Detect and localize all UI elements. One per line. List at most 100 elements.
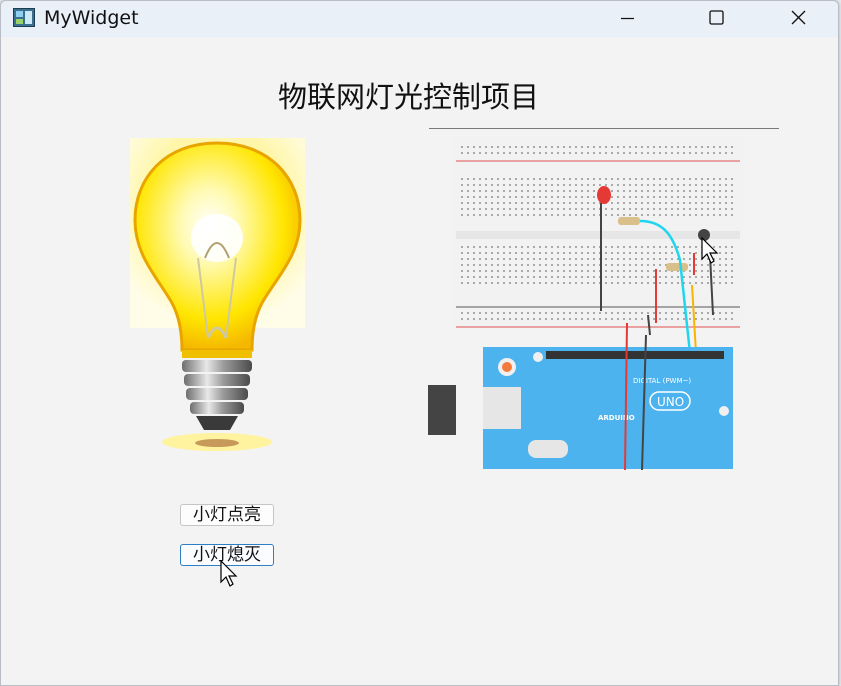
breadboard-hole xyxy=(647,214,649,216)
breadboard-hole xyxy=(557,178,559,180)
breadboard-hole xyxy=(575,312,577,314)
minimize-button[interactable] xyxy=(593,1,639,37)
breadboard-hole xyxy=(665,184,667,186)
breadboard-hole xyxy=(623,208,625,210)
breadboard-hole xyxy=(485,282,487,284)
breadboard-hole xyxy=(611,178,613,180)
breadboard-hole xyxy=(509,196,511,198)
breadboard-hole xyxy=(659,252,661,254)
breadboard-hole xyxy=(719,270,721,272)
breadboard-hole xyxy=(731,312,733,314)
breadboard-hole xyxy=(539,190,541,192)
breadboard-hole xyxy=(533,196,535,198)
breadboard-hole xyxy=(677,214,679,216)
breadboard-hole xyxy=(581,184,583,186)
title-bar[interactable]: MyWidget xyxy=(1,1,838,37)
breadboard-hole xyxy=(701,190,703,192)
breadboard-hole xyxy=(497,258,499,260)
breadboard-hole xyxy=(647,264,649,266)
breadboard-hole xyxy=(653,214,655,216)
breadboard-hole xyxy=(461,270,463,272)
breadboard-hole xyxy=(653,282,655,284)
breadboard-hole xyxy=(605,152,607,154)
breadboard-hole xyxy=(479,270,481,272)
breadboard-hole xyxy=(497,152,499,154)
breadboard-hole xyxy=(719,184,721,186)
breadboard-hole xyxy=(713,178,715,180)
breadboard-hole xyxy=(581,214,583,216)
breadboard-hole xyxy=(485,208,487,210)
breadboard-hole xyxy=(461,196,463,198)
breadboard-hole xyxy=(575,146,577,148)
breadboard-hole xyxy=(641,190,643,192)
breadboard-hole xyxy=(647,282,649,284)
breadboard-hole xyxy=(485,196,487,198)
light-bulb-image xyxy=(130,138,305,451)
breadboard-hole xyxy=(665,318,667,320)
breadboard-hole xyxy=(647,270,649,272)
breadboard-hole xyxy=(629,214,631,216)
breadboard-hole xyxy=(563,214,565,216)
breadboard-hole xyxy=(683,178,685,180)
breadboard-hole xyxy=(677,196,679,198)
breadboard-hole xyxy=(575,276,577,278)
breadboard-hole xyxy=(617,178,619,180)
breadboard-hole xyxy=(479,312,481,314)
breadboard-hole xyxy=(617,264,619,266)
close-button[interactable] xyxy=(776,1,822,37)
breadboard-hole xyxy=(563,282,565,284)
breadboard-hole xyxy=(473,312,475,314)
breadboard-hole xyxy=(659,146,661,148)
breadboard-hole xyxy=(557,318,559,320)
breadboard-hole xyxy=(725,270,727,272)
arduino-logo-text: ARDUINO xyxy=(598,414,635,422)
breadboard-hole xyxy=(509,282,511,284)
breadboard-hole xyxy=(617,202,619,204)
breadboard-hole xyxy=(677,152,679,154)
breadboard-hole xyxy=(617,152,619,154)
breadboard-hole xyxy=(461,190,463,192)
breadboard-hole xyxy=(641,246,643,248)
breadboard-hole xyxy=(479,178,481,180)
breadboard-hole xyxy=(731,318,733,320)
breadboard-hole xyxy=(605,146,607,148)
breadboard-hole xyxy=(701,152,703,154)
breadboard-hole xyxy=(611,152,613,154)
breadboard-hole xyxy=(491,202,493,204)
light-on-button[interactable]: 小灯点亮 xyxy=(180,504,274,526)
breadboard-hole xyxy=(695,152,697,154)
maximize-button[interactable] xyxy=(693,1,739,37)
breadboard-hole xyxy=(665,252,667,254)
breadboard-hole xyxy=(467,178,469,180)
breadboard-hole xyxy=(569,264,571,266)
breadboard-hole xyxy=(641,184,643,186)
breadboard-hole xyxy=(521,196,523,198)
breadboard-hole xyxy=(539,270,541,272)
breadboard-hole xyxy=(515,208,517,210)
breadboard-hole xyxy=(497,264,499,266)
breadboard-hole xyxy=(545,146,547,148)
breadboard-hole xyxy=(575,270,577,272)
breadboard-hole xyxy=(635,178,637,180)
breadboard-hole xyxy=(695,282,697,284)
breadboard-hole xyxy=(689,196,691,198)
breadboard-hole xyxy=(491,214,493,216)
breadboard-hole xyxy=(485,178,487,180)
breadboard-hole xyxy=(509,184,511,186)
breadboard-hole xyxy=(623,264,625,266)
breadboard-hole xyxy=(617,246,619,248)
breadboard-hole xyxy=(695,214,697,216)
breadboard-hole xyxy=(521,152,523,154)
breadboard-hole xyxy=(665,282,667,284)
breadboard-hole xyxy=(479,184,481,186)
close-icon xyxy=(791,10,806,25)
breadboard-hole xyxy=(527,246,529,248)
breadboard-hole xyxy=(731,184,733,186)
breadboard-hole xyxy=(539,276,541,278)
breadboard-hole xyxy=(557,208,559,210)
breadboard-hole xyxy=(725,276,727,278)
breadboard-hole xyxy=(677,246,679,248)
breadboard-hole xyxy=(707,178,709,180)
breadboard-hole xyxy=(629,146,631,148)
breadboard-hole xyxy=(635,208,637,210)
